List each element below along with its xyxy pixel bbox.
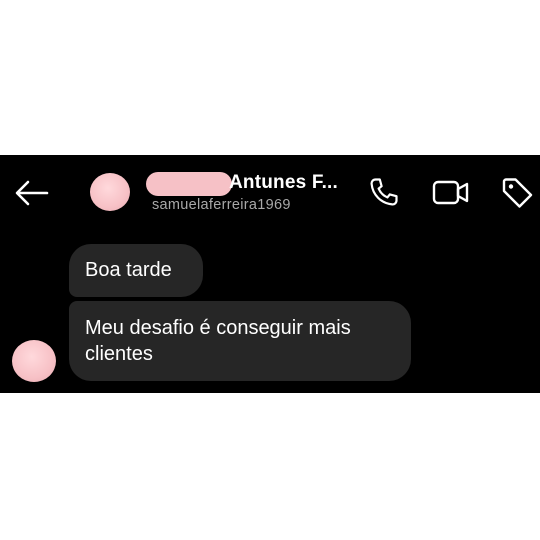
back-arrow-icon[interactable] bbox=[14, 179, 50, 207]
sender-avatar[interactable] bbox=[12, 340, 56, 382]
name-redaction bbox=[146, 172, 232, 196]
tag-icon[interactable] bbox=[500, 176, 534, 210]
phone-icon[interactable] bbox=[368, 176, 400, 208]
chat-screen: Antunes F... samuelaferreira1969 Boa tar… bbox=[0, 155, 540, 393]
contact-username: samuelaferreira1969 bbox=[152, 197, 291, 213]
message-text: Meu desafio é conseguir mais clientes bbox=[85, 317, 351, 365]
message-bubble[interactable]: Meu desafio é conseguir mais clientes bbox=[69, 301, 411, 381]
video-camera-icon[interactable] bbox=[432, 176, 470, 208]
message-text: Boa tarde bbox=[85, 259, 172, 281]
message-bubble[interactable]: Boa tarde bbox=[69, 244, 203, 297]
contact-name[interactable]: Antunes F... bbox=[229, 172, 338, 194]
contact-avatar[interactable] bbox=[90, 173, 130, 211]
